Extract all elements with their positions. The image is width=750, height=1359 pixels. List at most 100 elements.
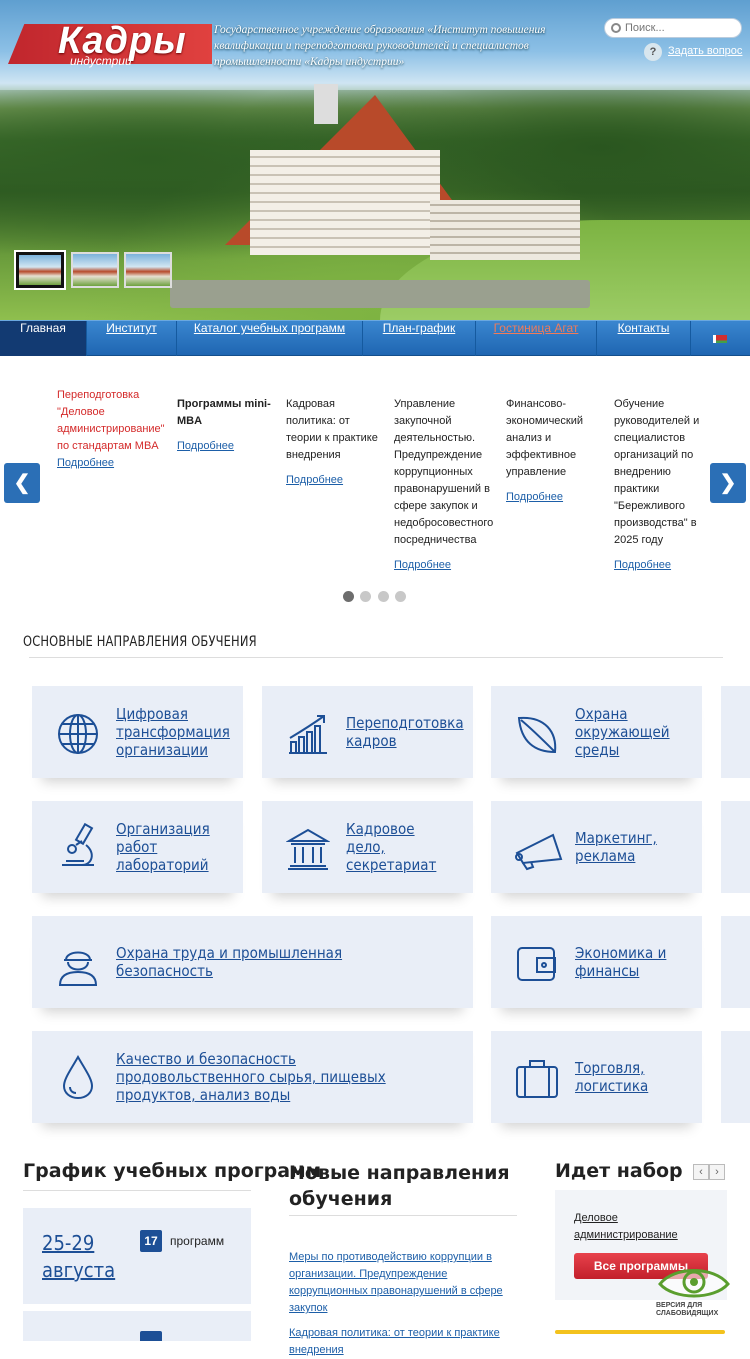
megaphone-icon (515, 833, 563, 871)
recruiting-course-link[interactable]: Деловое администрирование (574, 1210, 704, 1244)
slide-more-link[interactable]: Подробнее (177, 440, 234, 452)
direction-label: Организация работ лабораторий (116, 820, 210, 874)
banner-thumbnail[interactable] (71, 252, 119, 288)
slide-more-link[interactable]: Подробнее (614, 559, 671, 571)
divider (289, 1215, 517, 1216)
direction-card-partial (721, 801, 750, 893)
logo-subtitle: индустрии (70, 54, 132, 68)
ask-question-link[interactable]: Задать вопрос (668, 45, 742, 57)
direction-card-partial (721, 1031, 750, 1123)
direction-card[interactable]: Качество и безопасность продовольственно… (32, 1031, 473, 1123)
banner-thumbnail[interactable] (124, 252, 172, 288)
slide-title: Переподготовка "Деловое администрировани… (57, 389, 165, 452)
direction-label: Маркетинг, реклама (575, 829, 657, 865)
direction-card[interactable]: Охрана окружающей среды (491, 686, 702, 778)
carousel-slide: Управление закупочной деятельностью. Пре… (394, 396, 494, 574)
recruiting-next-button[interactable]: › (709, 1164, 725, 1180)
schedule-heading: График учебных программ (23, 1160, 322, 1182)
direction-card-partial (721, 916, 750, 1008)
slide-title: Обучение руководителей и специалистов ор… (614, 398, 700, 546)
promo-bar (555, 1330, 725, 1334)
direction-label: Охрана окружающей среды (575, 705, 670, 759)
schedule-entry[interactable] (23, 1311, 251, 1341)
direction-card[interactable]: Переподготовка кадров (262, 686, 473, 778)
accessibility-label: ВЕРСИЯ ДЛЯ СЛАБОВИДЯЩИХ (656, 1302, 719, 1317)
carousel-prev-button[interactable]: ❮ (4, 463, 40, 503)
recruiting-prev-button[interactable]: ‹ (693, 1164, 709, 1180)
accessibility-version[interactable]: ВЕРСИЯ ДЛЯ СЛАБОВИДЯЩИХ (656, 1262, 732, 1320)
direction-card[interactable]: Торговля, логистика (491, 1031, 702, 1123)
question-icon: ? (644, 43, 662, 61)
direction-label: Качество и безопасность продовольственно… (116, 1050, 386, 1104)
direction-card[interactable]: Экономика и финансы (491, 916, 702, 1008)
direction-card-partial (721, 686, 750, 778)
search-input[interactable] (625, 19, 735, 37)
microscope-icon (62, 822, 94, 866)
carousel-dot[interactable] (360, 591, 371, 602)
direction-label: Охрана труда и промышленная безопасность (116, 944, 343, 980)
carousel-dot[interactable] (378, 591, 389, 602)
direction-card[interactable]: Маркетинг, реклама (491, 801, 702, 893)
direction-label: Переподготовка кадров (346, 714, 464, 750)
direction-card[interactable]: Цифровая трансформация организации (32, 686, 243, 778)
schedule-date[interactable]: 25-29 августа (42, 1230, 123, 1284)
nav-item-contacts[interactable]: Контакты (597, 321, 691, 356)
recruiting-heading: Идет набор (555, 1160, 683, 1182)
suitcase-icon (516, 1060, 558, 1098)
slide-title: Программы mini-MBA (177, 398, 271, 427)
growth-chart-icon (289, 715, 327, 754)
hotel-wing-image (430, 200, 580, 260)
wallet-icon (517, 947, 556, 981)
nav-item-schedule[interactable]: План-график (363, 321, 476, 356)
slide-title: Управление закупочной деятельностью. Пре… (394, 398, 494, 546)
organization-name: Государственное учреждение образования «… (214, 24, 546, 68)
schedule-entry[interactable]: 25-29 августа 17 программ (23, 1208, 251, 1304)
banner-thumbnail[interactable] (16, 252, 64, 288)
parking-lot-image (170, 280, 590, 308)
nav-item-institute[interactable]: Институт (87, 321, 177, 356)
new-directions-heading: Новые направления обучения (289, 1162, 510, 1210)
carousel-slide: Обучение руководителей и специалистов ор… (614, 396, 708, 574)
slide-more-link[interactable]: Подробнее (57, 457, 114, 469)
institution-icon (286, 828, 330, 870)
main-navigation: Главная Институт Каталог учебных програм… (0, 320, 750, 356)
slide-more-link[interactable]: Подробнее (286, 474, 343, 486)
direction-card[interactable]: Охрана труда и промышленная безопасность (32, 916, 473, 1008)
direction-label: Цифровая трансформация организации (116, 705, 230, 759)
slide-more-link[interactable]: Подробнее (394, 559, 451, 571)
leaf-icon (517, 716, 557, 754)
divider (23, 1190, 251, 1191)
slide-title: Финансово-экономический анализ и эффекти… (506, 398, 584, 478)
nav-item-catalog[interactable]: Каталог учебных программ (177, 321, 363, 356)
eye-icon (658, 1269, 730, 1298)
hotel-building-image (250, 150, 440, 255)
water-drop-icon (62, 1054, 94, 1100)
new-direction-link[interactable]: Кадровая политика: от теории к практике … (289, 1325, 509, 1359)
directions-heading: ОСНОВНЫЕ НАПРАВЛЕНИЯ ОБУЧЕНИЯ (23, 634, 257, 650)
direction-card[interactable]: Кадровое дело, секретариат (262, 801, 473, 893)
nav-item-home[interactable]: Главная (0, 321, 87, 356)
belarus-flag-icon[interactable] (713, 335, 727, 343)
carousel-slide: Переподготовка "Деловое администрировани… (57, 387, 167, 472)
carousel-slide: Программы mini-MBA Подробнее (177, 396, 273, 455)
carousel-dot[interactable] (343, 591, 354, 602)
nav-item-hotel[interactable]: Гостиница Агат (476, 321, 597, 356)
header-banner: Кадры индустрии Государственное учрежден… (0, 0, 750, 320)
program-count-label: программ (170, 1234, 225, 1248)
direction-label: Торговля, логистика (575, 1059, 649, 1095)
carousel-next-button[interactable]: ❯ (710, 463, 746, 503)
search-box[interactable] (604, 18, 742, 38)
search-icon (611, 23, 621, 33)
slide-title: Кадровая политика: от теории к практике … (286, 398, 378, 461)
site-logo[interactable]: Кадры индустрии (8, 14, 212, 68)
carousel-dot[interactable] (395, 591, 406, 602)
direction-label: Кадровое дело, секретариат (346, 820, 437, 874)
divider (29, 657, 723, 658)
carousel-slide: Финансово-экономический анализ и эффекти… (506, 396, 600, 506)
worker-helmet-icon (58, 951, 98, 986)
slide-more-link[interactable]: Подробнее (506, 491, 563, 503)
carousel-slide: Кадровая политика: от теории к практике … (286, 396, 382, 489)
new-direction-link[interactable]: Меры по противодействию коррупции в орга… (289, 1249, 509, 1317)
direction-card[interactable]: Организация работ лабораторий (32, 801, 243, 893)
globe-icon (58, 714, 98, 754)
